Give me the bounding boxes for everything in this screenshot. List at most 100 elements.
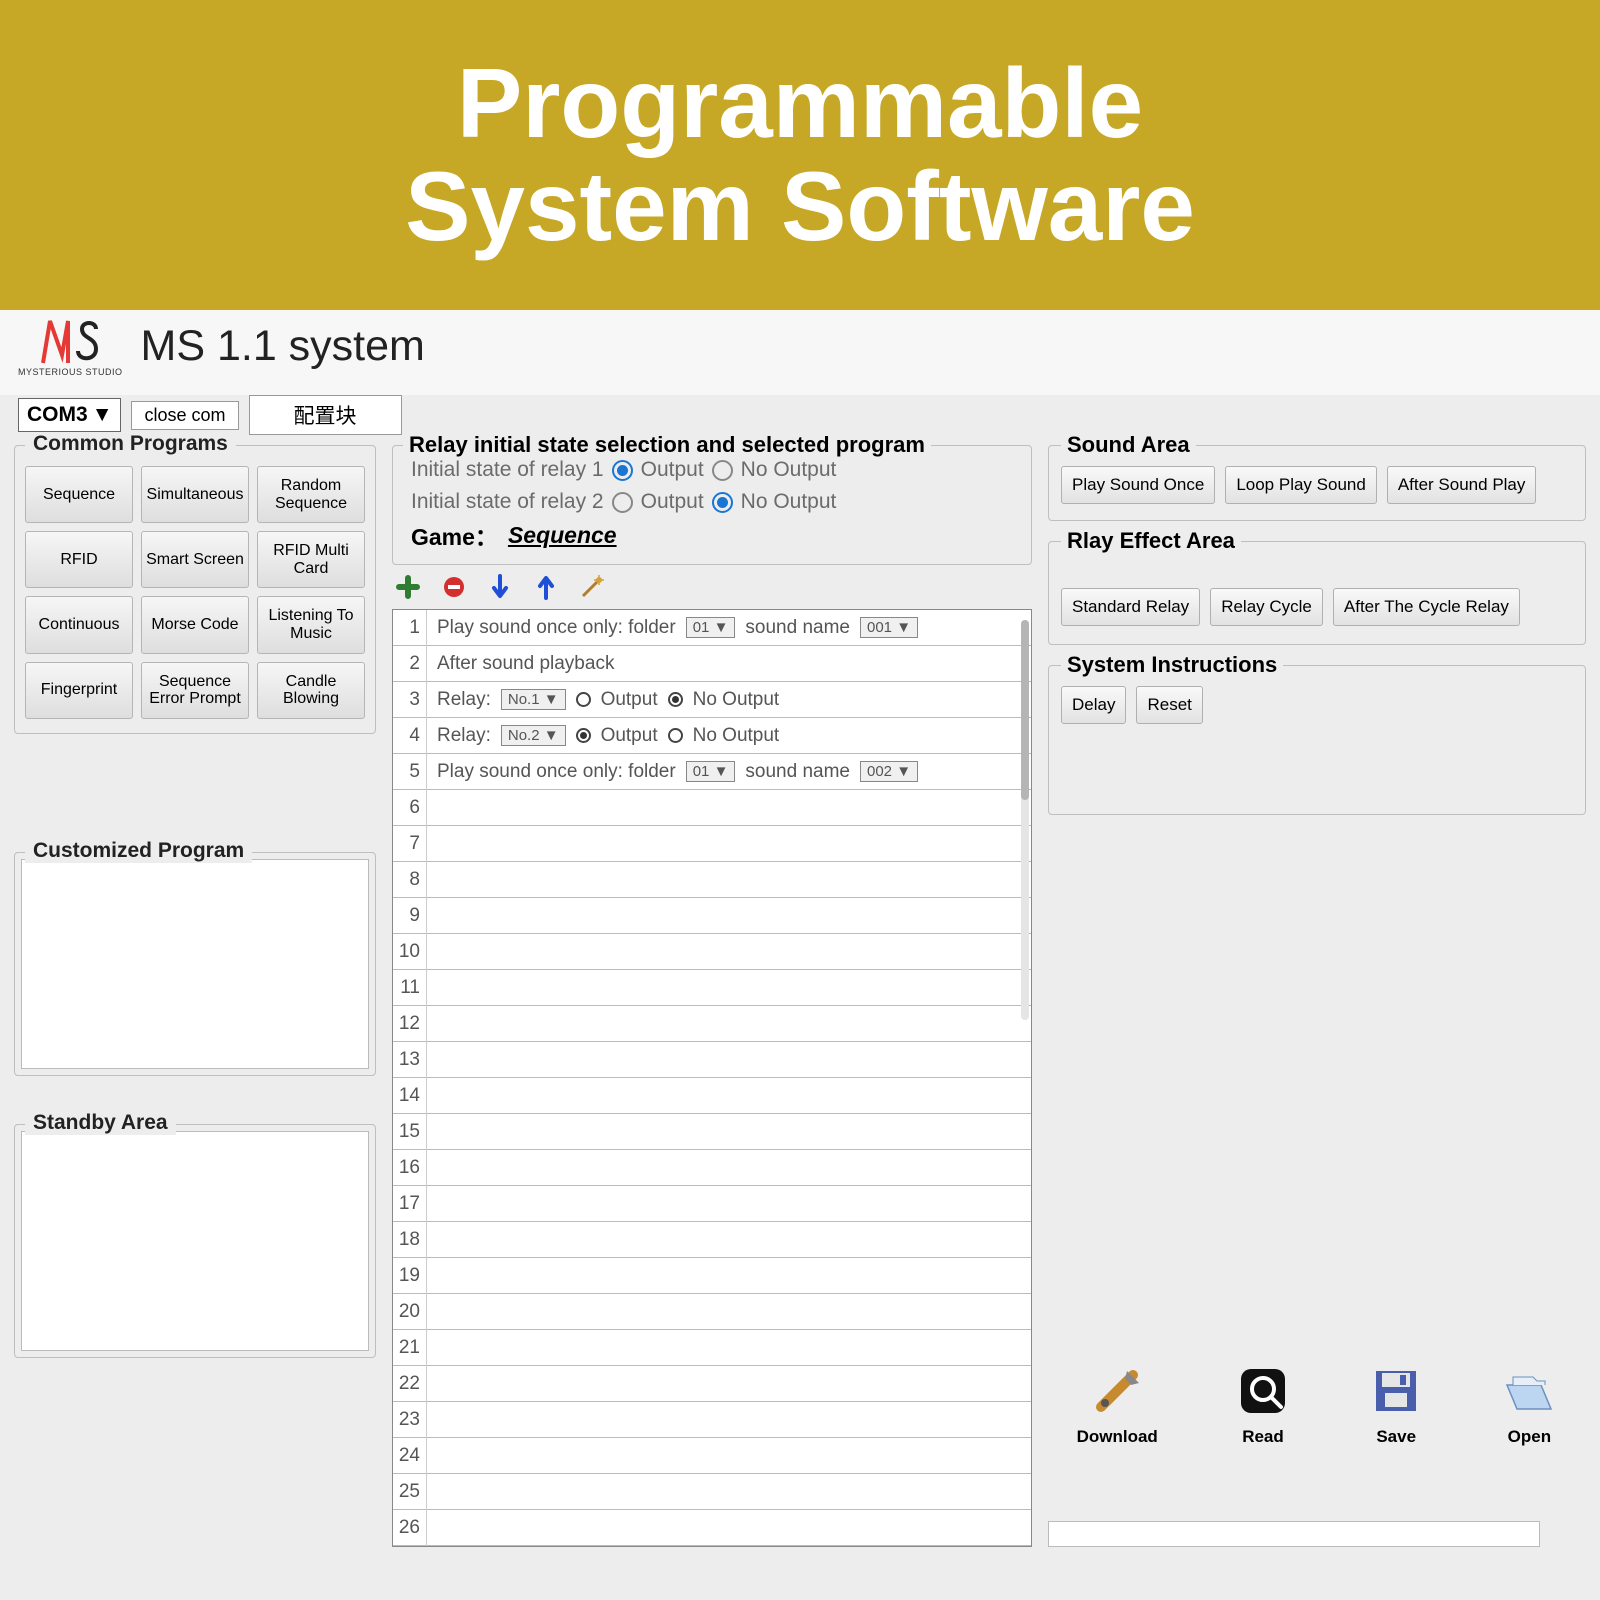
program-sequence[interactable]: Sequence bbox=[25, 466, 133, 523]
com-select[interactable]: COM3 ▼ bbox=[18, 398, 121, 432]
sound-loop-play-sound[interactable]: Loop Play Sound bbox=[1225, 466, 1377, 504]
folder-select[interactable]: 01 ▼ bbox=[686, 761, 736, 782]
gutter-row: 4 bbox=[393, 718, 426, 754]
sys-delay[interactable]: Delay bbox=[1061, 686, 1126, 724]
editor-line[interactable] bbox=[427, 790, 1031, 826]
banner-line2: System Software bbox=[405, 151, 1195, 261]
program-fingerprint[interactable]: Fingerprint bbox=[25, 662, 133, 719]
folder-select[interactable]: 01 ▼ bbox=[686, 617, 736, 638]
remove-icon[interactable] bbox=[440, 573, 468, 601]
gutter-row: 12 bbox=[393, 1006, 426, 1042]
editor-line[interactable] bbox=[427, 1330, 1031, 1366]
relay-effect-title: Rlay Effect Area bbox=[1061, 528, 1241, 554]
editor-line[interactable]: Relay:No.1 ▼OutputNo Output bbox=[427, 682, 1031, 718]
save-action[interactable]: Save bbox=[1368, 1363, 1424, 1447]
gutter-row: 9 bbox=[393, 898, 426, 934]
reffect-after-the-cycle-relay[interactable]: After The Cycle Relay bbox=[1333, 588, 1520, 626]
program-rfid[interactable]: RFID bbox=[25, 531, 133, 588]
editor-line[interactable] bbox=[427, 826, 1031, 862]
program-simultaneous[interactable]: Simultaneous bbox=[141, 466, 249, 523]
program-morse-code[interactable]: Morse Code bbox=[141, 596, 249, 653]
editor-line[interactable] bbox=[427, 1078, 1031, 1114]
editor-line[interactable] bbox=[427, 1402, 1031, 1438]
editor-line[interactable] bbox=[427, 1006, 1031, 1042]
editor-line[interactable]: Relay:No.2 ▼OutputNo Output bbox=[427, 718, 1031, 754]
close-com-button[interactable]: close com bbox=[131, 401, 238, 430]
line-nooutput-radio[interactable] bbox=[668, 728, 683, 743]
sound-after-sound-play[interactable]: After Sound Play bbox=[1387, 466, 1537, 504]
editor-line[interactable] bbox=[427, 1510, 1031, 1546]
download-action[interactable]: Download bbox=[1077, 1363, 1158, 1447]
move-down-icon[interactable] bbox=[486, 573, 514, 601]
program-continuous[interactable]: Continuous bbox=[25, 596, 133, 653]
sound-play-sound-once[interactable]: Play Sound Once bbox=[1061, 466, 1215, 504]
line-output-radio[interactable] bbox=[576, 728, 591, 743]
gutter-row: 26 bbox=[393, 1510, 426, 1546]
editor-line[interactable] bbox=[427, 1042, 1031, 1078]
gutter-row: 8 bbox=[393, 862, 426, 898]
relay2-nooutput-radio[interactable] bbox=[712, 492, 733, 513]
sound-area-title: Sound Area bbox=[1061, 432, 1196, 458]
relay-title: Relay initial state selection and select… bbox=[403, 432, 931, 458]
relay-no-select[interactable]: No.2 ▼ bbox=[501, 725, 566, 746]
standby-area[interactable] bbox=[21, 1131, 369, 1351]
relay1-output-radio[interactable] bbox=[612, 460, 633, 481]
banner-line1: Programmable bbox=[457, 48, 1143, 158]
program-smart-screen[interactable]: Smart Screen bbox=[141, 531, 249, 588]
editor-line[interactable] bbox=[427, 1186, 1031, 1222]
gutter-row: 5 bbox=[393, 754, 426, 790]
editor-line[interactable] bbox=[427, 970, 1031, 1006]
line-nooutput-radio[interactable] bbox=[668, 692, 683, 707]
program-candle-blowing[interactable]: Candle Blowing bbox=[257, 662, 365, 719]
sound-buttons: Play Sound Once Loop Play Sound After Soun… bbox=[1061, 466, 1573, 504]
add-icon[interactable] bbox=[394, 573, 422, 601]
sound-select[interactable]: 002 ▼ bbox=[860, 761, 918, 782]
save-label: Save bbox=[1376, 1427, 1416, 1447]
wand-icon[interactable] bbox=[578, 573, 606, 601]
read-icon bbox=[1235, 1363, 1291, 1419]
sound-select[interactable]: 001 ▼ bbox=[860, 617, 918, 638]
scrollbar[interactable] bbox=[1021, 620, 1029, 1020]
scrollbar-thumb[interactable] bbox=[1021, 620, 1029, 800]
editor-line[interactable] bbox=[427, 1474, 1031, 1510]
editor-line[interactable] bbox=[427, 898, 1031, 934]
editor-line[interactable] bbox=[427, 1222, 1031, 1258]
gutter-row: 17 bbox=[393, 1186, 426, 1222]
line-output-radio[interactable] bbox=[576, 692, 591, 707]
chevron-down-icon: ▼ bbox=[92, 403, 113, 427]
program-random-sequence[interactable]: Random Sequence bbox=[257, 466, 365, 523]
editor-line[interactable]: Play sound once only: folder01 ▼sound na… bbox=[427, 754, 1031, 790]
editor-line[interactable] bbox=[427, 1294, 1031, 1330]
sys-reset[interactable]: Reset bbox=[1136, 686, 1202, 724]
move-up-icon[interactable] bbox=[532, 573, 560, 601]
relay2-output-radio[interactable] bbox=[612, 492, 633, 513]
program-sequence-error-prompt[interactable]: Sequence Error Prompt bbox=[141, 662, 249, 719]
game-value: Sequence bbox=[508, 522, 617, 549]
editor-line[interactable] bbox=[427, 1366, 1031, 1402]
gutter-row: 7 bbox=[393, 826, 426, 862]
editor-line[interactable] bbox=[427, 862, 1031, 898]
read-action[interactable]: Read bbox=[1235, 1363, 1291, 1447]
program-rfid-multi-card[interactable]: RFID Multi Card bbox=[257, 531, 365, 588]
open-label: Open bbox=[1508, 1427, 1551, 1447]
banner: Programmable System Software bbox=[0, 0, 1600, 310]
customized-program-area[interactable] bbox=[21, 859, 369, 1069]
editor-line[interactable] bbox=[427, 1258, 1031, 1294]
reffect-relay-cycle[interactable]: Relay Cycle bbox=[1210, 588, 1323, 626]
relay-no-select[interactable]: No.1 ▼ bbox=[501, 689, 566, 710]
reffect-standard-relay[interactable]: Standard Relay bbox=[1061, 588, 1200, 626]
open-action[interactable]: Open bbox=[1501, 1363, 1557, 1447]
editor-line[interactable] bbox=[427, 1438, 1031, 1474]
editor-line[interactable] bbox=[427, 1150, 1031, 1186]
editor-line[interactable] bbox=[427, 934, 1031, 970]
relay1-nooutput-radio[interactable] bbox=[712, 460, 733, 481]
common-programs-group: Common Programs SequenceSimultaneousRand… bbox=[14, 445, 376, 734]
config-button[interactable]: 配置块 bbox=[249, 395, 402, 435]
step-editor[interactable]: 1234567891011121314151617181920212223242… bbox=[392, 609, 1032, 1547]
editor-line[interactable]: After sound playback bbox=[427, 646, 1031, 682]
editor-line[interactable] bbox=[427, 1114, 1031, 1150]
gutter-row: 16 bbox=[393, 1150, 426, 1186]
gutter-row: 6 bbox=[393, 790, 426, 826]
editor-line[interactable]: Play sound once only: folder01 ▼sound na… bbox=[427, 610, 1031, 646]
program-listening-to-music[interactable]: Listening To Music bbox=[257, 596, 365, 653]
